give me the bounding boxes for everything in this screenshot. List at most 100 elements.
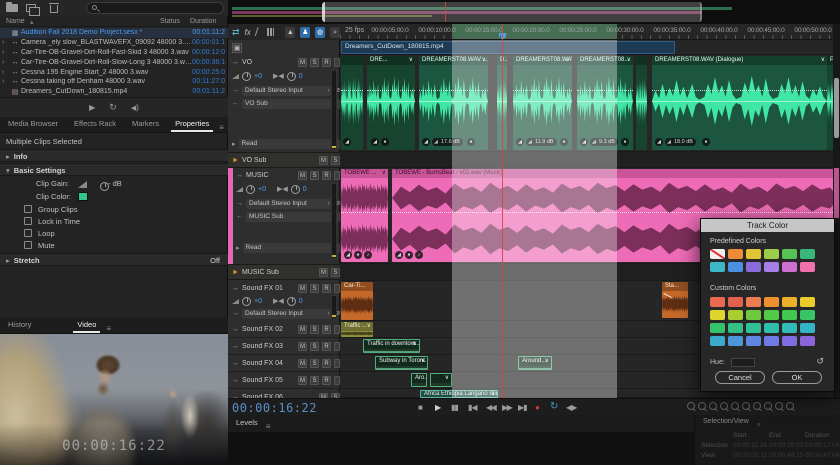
arm-button[interactable]: R xyxy=(322,359,331,368)
scrollbar-thumb[interactable] xyxy=(834,78,839,138)
color-swatch[interactable] xyxy=(800,297,815,307)
volume-knob[interactable] xyxy=(246,185,255,194)
color-swatch[interactable] xyxy=(782,336,797,346)
tab-markers[interactable]: Markers xyxy=(124,116,167,132)
mute-button[interactable]: M xyxy=(298,171,307,180)
navigator-viewport[interactable] xyxy=(322,2,702,22)
move-tool-icon[interactable] xyxy=(232,27,240,38)
audio-clip[interactable] xyxy=(430,373,452,387)
section-stretch[interactable]: StretchOff xyxy=(0,253,228,266)
volume-value[interactable]: +0 xyxy=(254,73,262,80)
solo-button[interactable]: S xyxy=(331,268,340,277)
column-name[interactable]: Name xyxy=(6,18,25,25)
track-name-fx5[interactable]: Sound FX 05 xyxy=(242,377,295,384)
reset-icon[interactable] xyxy=(816,356,824,367)
hue-input[interactable] xyxy=(731,358,755,367)
arm-button[interactable]: R xyxy=(322,171,331,180)
file-row[interactable]: ›Cessna taking off Denham 48000 3.wav00:… xyxy=(0,77,228,87)
solo-button[interactable]: S xyxy=(310,376,319,385)
loop-checkbox[interactable] xyxy=(24,229,32,237)
track-name-music[interactable]: MUSIC xyxy=(246,172,295,179)
color-swatch[interactable] xyxy=(728,262,743,272)
tab-properties[interactable]: Properties xyxy=(167,116,217,132)
solo-button[interactable]: S xyxy=(310,325,319,334)
audio-clip[interactable]: Aro... xyxy=(411,373,427,387)
volume-knob[interactable] xyxy=(242,72,251,81)
color-swatch[interactable] xyxy=(764,297,779,307)
sv-value[interactable]: 00:00:49:15 xyxy=(769,452,803,459)
record-button[interactable] xyxy=(535,403,540,412)
solo-button[interactable]: S xyxy=(331,156,340,165)
file-row[interactable]: ›Cessna 195 Engine Start_2 48000 3.wav00… xyxy=(0,67,228,77)
color-swatch[interactable] xyxy=(764,336,779,346)
pause-button[interactable] xyxy=(451,403,458,412)
file-row[interactable]: ›Car-Tire-OB-Gravel-Dirt-Roll-Fast-Skid … xyxy=(0,48,228,58)
zoom-selection-icon[interactable] xyxy=(730,402,741,412)
color-swatch[interactable] xyxy=(764,262,779,272)
color-swatch[interactable] xyxy=(746,323,761,333)
track-name-fx1[interactable]: Sound FX 01 xyxy=(242,285,295,292)
color-swatch[interactable] xyxy=(728,336,743,346)
color-swatch[interactable] xyxy=(800,323,815,333)
file-row[interactable]: ›Camera _ely slow_BLASTWAVEFX_09092 4800… xyxy=(0,38,228,48)
pan-knob[interactable] xyxy=(287,72,296,81)
audio-clip[interactable]: Subway in Toront... xyxy=(375,356,428,370)
color-swatch[interactable] xyxy=(710,297,725,307)
monitor-icon[interactable]: ◍ xyxy=(315,27,325,38)
track-name-fx4[interactable]: Sound FX 04 xyxy=(242,360,295,367)
mute-button[interactable]: M xyxy=(298,284,307,293)
pan-knob[interactable] xyxy=(287,297,296,306)
sv-value[interactable]: 00:00:02:11 xyxy=(733,452,767,459)
tab-history[interactable]: History xyxy=(0,317,39,333)
sv-value[interactable]: 00:00:29:03 xyxy=(769,442,803,449)
section-basic-settings[interactable]: Basic Settings xyxy=(0,163,228,176)
skip-selection-button[interactable] xyxy=(566,403,576,412)
snap-icon[interactable]: ▲ xyxy=(285,27,295,38)
playhead-line[interactable] xyxy=(502,24,503,398)
arm-button[interactable]: R xyxy=(322,376,331,385)
automation-mode-selector[interactable]: Read▾ xyxy=(239,139,340,149)
zoom-out-v-icon[interactable] xyxy=(719,402,730,412)
solo-button[interactable]: S xyxy=(310,171,319,180)
clip-gain-badge[interactable]: 18.0 dB xyxy=(665,138,696,146)
ok-button[interactable]: OK xyxy=(772,371,822,384)
play-button[interactable] xyxy=(435,403,441,412)
color-swatch[interactable] xyxy=(800,310,815,320)
import-files-icon[interactable] xyxy=(26,4,36,12)
audio-clip[interactable]: DREAMERST08.WAV (Dialogue)◢18.0 dB● xyxy=(652,56,827,150)
color-swatch[interactable] xyxy=(710,323,725,333)
time-ruler[interactable]: 25 fps 00:00:05:00.000:00:10:00.000:00:1… xyxy=(340,24,840,40)
output-selector[interactable]: VO Sub› xyxy=(242,99,340,109)
tab-selection-view[interactable]: Selection/View xyxy=(695,415,757,429)
pan-value[interactable]: 0 xyxy=(299,73,303,80)
color-swatch[interactable] xyxy=(746,262,761,272)
search-input[interactable] xyxy=(86,2,224,14)
mute-button[interactable]: M xyxy=(298,58,307,67)
file-row[interactable]: ›Car-Tire-OB-Gravel-Dirt-Roll-Slow-Long … xyxy=(0,57,228,67)
color-swatch[interactable] xyxy=(800,262,815,272)
zoom-in-point-icon[interactable] xyxy=(741,402,752,412)
column-duration[interactable]: Duration xyxy=(190,18,216,25)
audio-clip[interactable]: Car-Ti... xyxy=(341,282,373,320)
color-swatch[interactable] xyxy=(764,323,779,333)
automation-mode-selector[interactable]: Read▾ xyxy=(243,243,340,253)
tab-video[interactable]: Video xyxy=(69,317,104,333)
color-swatch[interactable] xyxy=(782,297,797,307)
audio-clip[interactable]: DRE...◢● xyxy=(367,56,415,150)
solo-button[interactable]: S xyxy=(310,342,319,351)
audio-clip[interactable]: Traffic in downtow... xyxy=(363,339,420,353)
section-info[interactable]: Info xyxy=(0,149,228,162)
output-selector[interactable]: MUSIC Sub› xyxy=(246,212,340,222)
stop-button[interactable] xyxy=(418,403,423,412)
track-name-fx3[interactable]: Sound FX 03 xyxy=(242,343,295,350)
track-name-fx2[interactable]: Sound FX 02 xyxy=(242,326,295,333)
audio-clip[interactable]: Traffic ... xyxy=(341,322,373,337)
loop-playback-button[interactable] xyxy=(550,401,558,412)
color-swatch[interactable] xyxy=(782,323,797,333)
arm-button[interactable]: R xyxy=(322,284,331,293)
audio-clip[interactable]: ◢ xyxy=(341,56,363,150)
tab-media-browser[interactable]: Media Browser xyxy=(0,116,66,132)
metering-icon[interactable] xyxy=(267,28,274,36)
tab-effects-rack[interactable]: Effects Rack xyxy=(66,116,124,132)
timeline-navigator[interactable] xyxy=(228,0,840,24)
